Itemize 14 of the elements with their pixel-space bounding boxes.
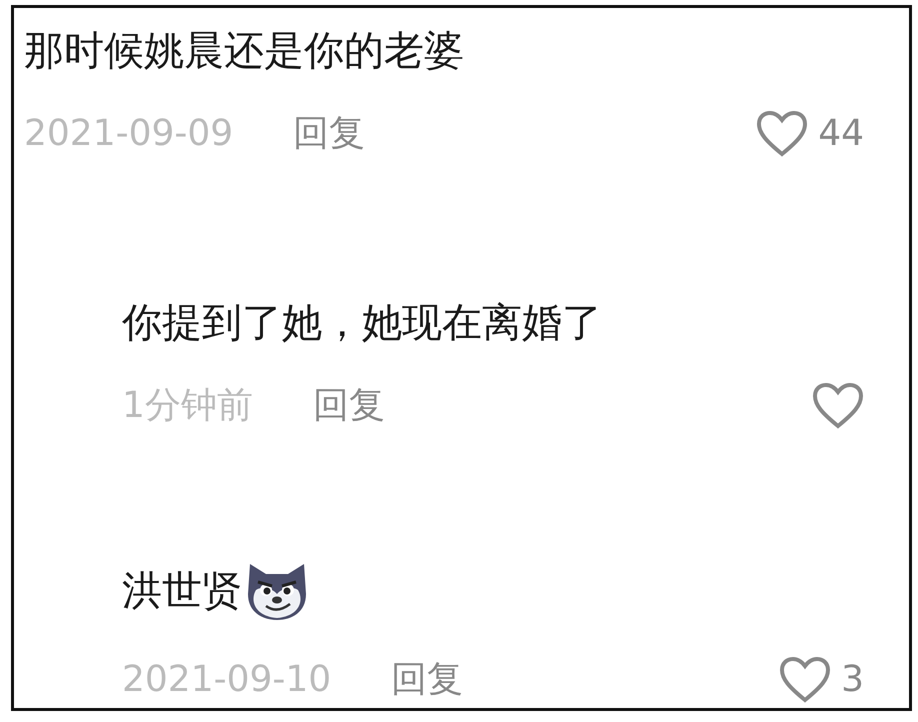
comment-time: 1分钟前 [122,384,253,428]
heart-icon[interactable] [812,382,864,430]
comment-text: 洪世贤 [122,567,242,616]
comment-text: 你提到了她，她现在离婚了 [122,299,602,348]
comment-time: 2021-09-10 [122,658,332,702]
like-count: 3 [841,658,864,702]
reply-link[interactable]: 回复 [312,383,385,429]
comment-text: 那时候姚晨还是你的老婆 [24,27,464,76]
heart-icon[interactable] [779,656,832,704]
reply-link[interactable]: 回复 [391,657,464,703]
like-count: 44 [818,112,864,156]
comment-time: 2021-09-09 [24,112,234,156]
reply-link[interactable]: 回复 [293,111,366,157]
heart-icon[interactable] [756,110,808,158]
